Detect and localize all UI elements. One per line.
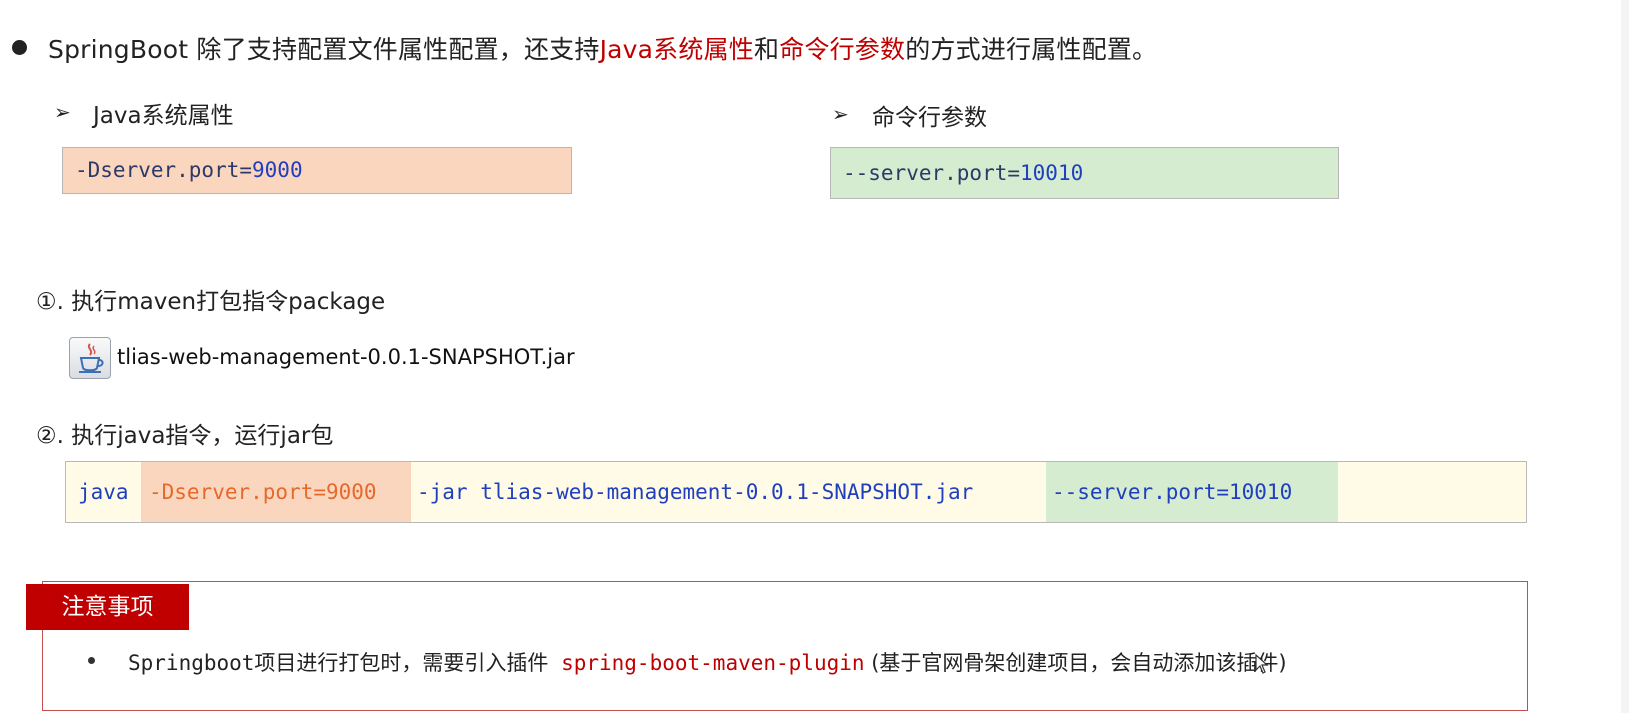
code-key: -Dserver.port= xyxy=(75,158,253,182)
command-system-prop: -Dserver.port=9000 xyxy=(141,462,411,522)
command-jar-part: -jar tlias-web-management-0.0.1-SNAPSHOT… xyxy=(417,480,974,504)
note-text-before: Springboot项目进行打包时，需要引入插件 xyxy=(128,651,562,675)
java-system-prop-code: -Dserver.port=9000 xyxy=(62,147,572,194)
mouse-cursor-icon xyxy=(1255,653,1269,678)
headline-highlight-cli-args: 命令行参数 xyxy=(779,35,906,64)
java-command-box: java -Dserver.port=9000 -jar tlias-web-m… xyxy=(65,461,1527,523)
command-cli-arg: --server.port=10010 xyxy=(1046,462,1338,522)
note-text: Springboot项目进行打包时，需要引入插件 spring-boot-mav… xyxy=(128,647,1287,677)
arrow-bullet-icon: ➢ xyxy=(832,102,849,126)
code-value: 10010 xyxy=(1020,161,1084,185)
headline-part2: 和 xyxy=(754,35,780,64)
bullet-dot xyxy=(12,40,27,55)
note-bullet-dot xyxy=(88,657,95,664)
headline-highlight-java-props: Java系统属性 xyxy=(599,35,754,64)
headline: SpringBoot 除了支持配置文件属性配置，还支持Java系统属性和命令行参… xyxy=(48,30,1157,66)
note-tag: 注意事项 xyxy=(26,584,189,630)
headline-part3: 的方式进行属性配置。 xyxy=(905,35,1158,64)
jar-file-name: tlias-web-management-0.0.1-SNAPSHOT.jar xyxy=(117,345,575,369)
note-text-after: (基于官网骨架创建项目，会自动添加该插件) xyxy=(864,651,1287,675)
headline-part1: SpringBoot 除了支持配置文件属性配置，还支持 xyxy=(48,35,600,64)
code-value: 9000 xyxy=(252,158,303,182)
java-cup-icon xyxy=(79,343,104,373)
step-1-label: ①. 执行maven打包指令package xyxy=(36,289,386,315)
cli-arg-code: --server.port=10010 xyxy=(830,147,1339,199)
note-plugin-name: spring-boot-maven-plugin xyxy=(561,651,865,675)
arrow-bullet-icon: ➢ xyxy=(54,100,71,124)
cli-args-title: 命令行参数 xyxy=(872,105,987,131)
scrollbar[interactable] xyxy=(1621,0,1629,713)
step-2-label: ②. 执行java指令，运行jar包 xyxy=(36,423,334,449)
command-java: java xyxy=(78,480,129,504)
java-system-props-title: Java系统属性 xyxy=(93,103,234,129)
code-key: --server.port= xyxy=(843,161,1021,185)
note-box xyxy=(42,581,1528,711)
java-jar-icon xyxy=(69,337,111,379)
